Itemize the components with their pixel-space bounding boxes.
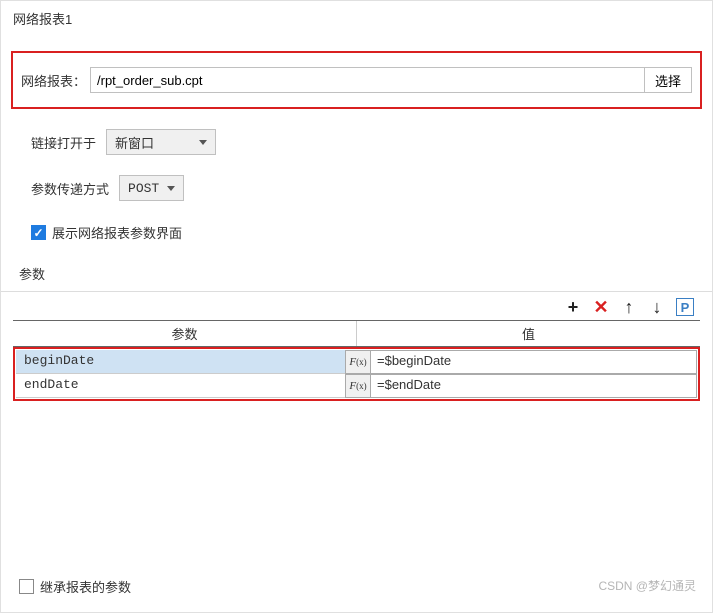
delete-icon[interactable]: ✕ (592, 298, 610, 316)
param-name-cell[interactable]: endDate (16, 374, 345, 398)
add-icon[interactable]: + (564, 298, 582, 316)
watermark: CSDN @梦幻通灵 (598, 577, 696, 594)
param-method-value: POST (128, 181, 159, 196)
report-row: 网络报表： 选择 (11, 51, 702, 109)
param-value-cell[interactable]: =$beginDate (371, 350, 697, 374)
inherit-params-row: 继承报表的参数 (19, 577, 131, 596)
report-path-input[interactable] (90, 67, 645, 93)
open-in-label: 链接打开于 (31, 133, 96, 152)
param-p-button[interactable]: P (676, 298, 694, 316)
param-method-select[interactable]: POST (119, 175, 184, 201)
param-value-cell[interactable]: =$endDate (371, 374, 697, 398)
show-param-ui-row: 展示网络报表参数界面 (1, 223, 712, 242)
panel: 网络报表1 网络报表： 选择 链接打开于 新窗口 参数传递方式 POST 展示网… (0, 0, 713, 613)
report-label: 网络报表： (21, 71, 86, 90)
open-in-select[interactable]: 新窗口 (106, 129, 216, 155)
inherit-params-checkbox[interactable] (19, 579, 34, 594)
table-row[interactable]: endDate F(x) =$endDate (16, 374, 697, 398)
param-header-value: 值 (357, 321, 700, 346)
open-in-row: 链接打开于 新窗口 (1, 129, 712, 155)
param-method-label: 参数传递方式 (31, 179, 109, 198)
table-row[interactable]: beginDate F(x) =$beginDate (16, 350, 697, 374)
show-param-ui-checkbox[interactable] (31, 225, 46, 240)
move-down-icon[interactable]: ↓ (648, 298, 666, 316)
param-table: beginDate F(x) =$beginDate endDate F(x) … (13, 347, 700, 401)
move-up-icon[interactable]: ↑ (620, 298, 638, 316)
param-name-cell[interactable]: beginDate (16, 350, 345, 374)
param-method-row: 参数传递方式 POST (1, 175, 712, 201)
fx-button[interactable]: F(x) (345, 374, 371, 398)
report-select-button[interactable]: 选择 (645, 67, 692, 93)
params-section-label: 参数 (1, 264, 712, 283)
params-toolbar: + ✕ ↑ ↓ P (1, 291, 712, 320)
inherit-params-label: 继承报表的参数 (40, 577, 131, 596)
param-header-name: 参数 (13, 321, 357, 346)
panel-title: 网络报表1 (1, 1, 712, 37)
open-in-value: 新窗口 (115, 133, 154, 152)
param-table-header: 参数 值 (13, 320, 700, 347)
fx-button[interactable]: F(x) (345, 350, 371, 374)
show-param-ui-label: 展示网络报表参数界面 (52, 223, 182, 242)
